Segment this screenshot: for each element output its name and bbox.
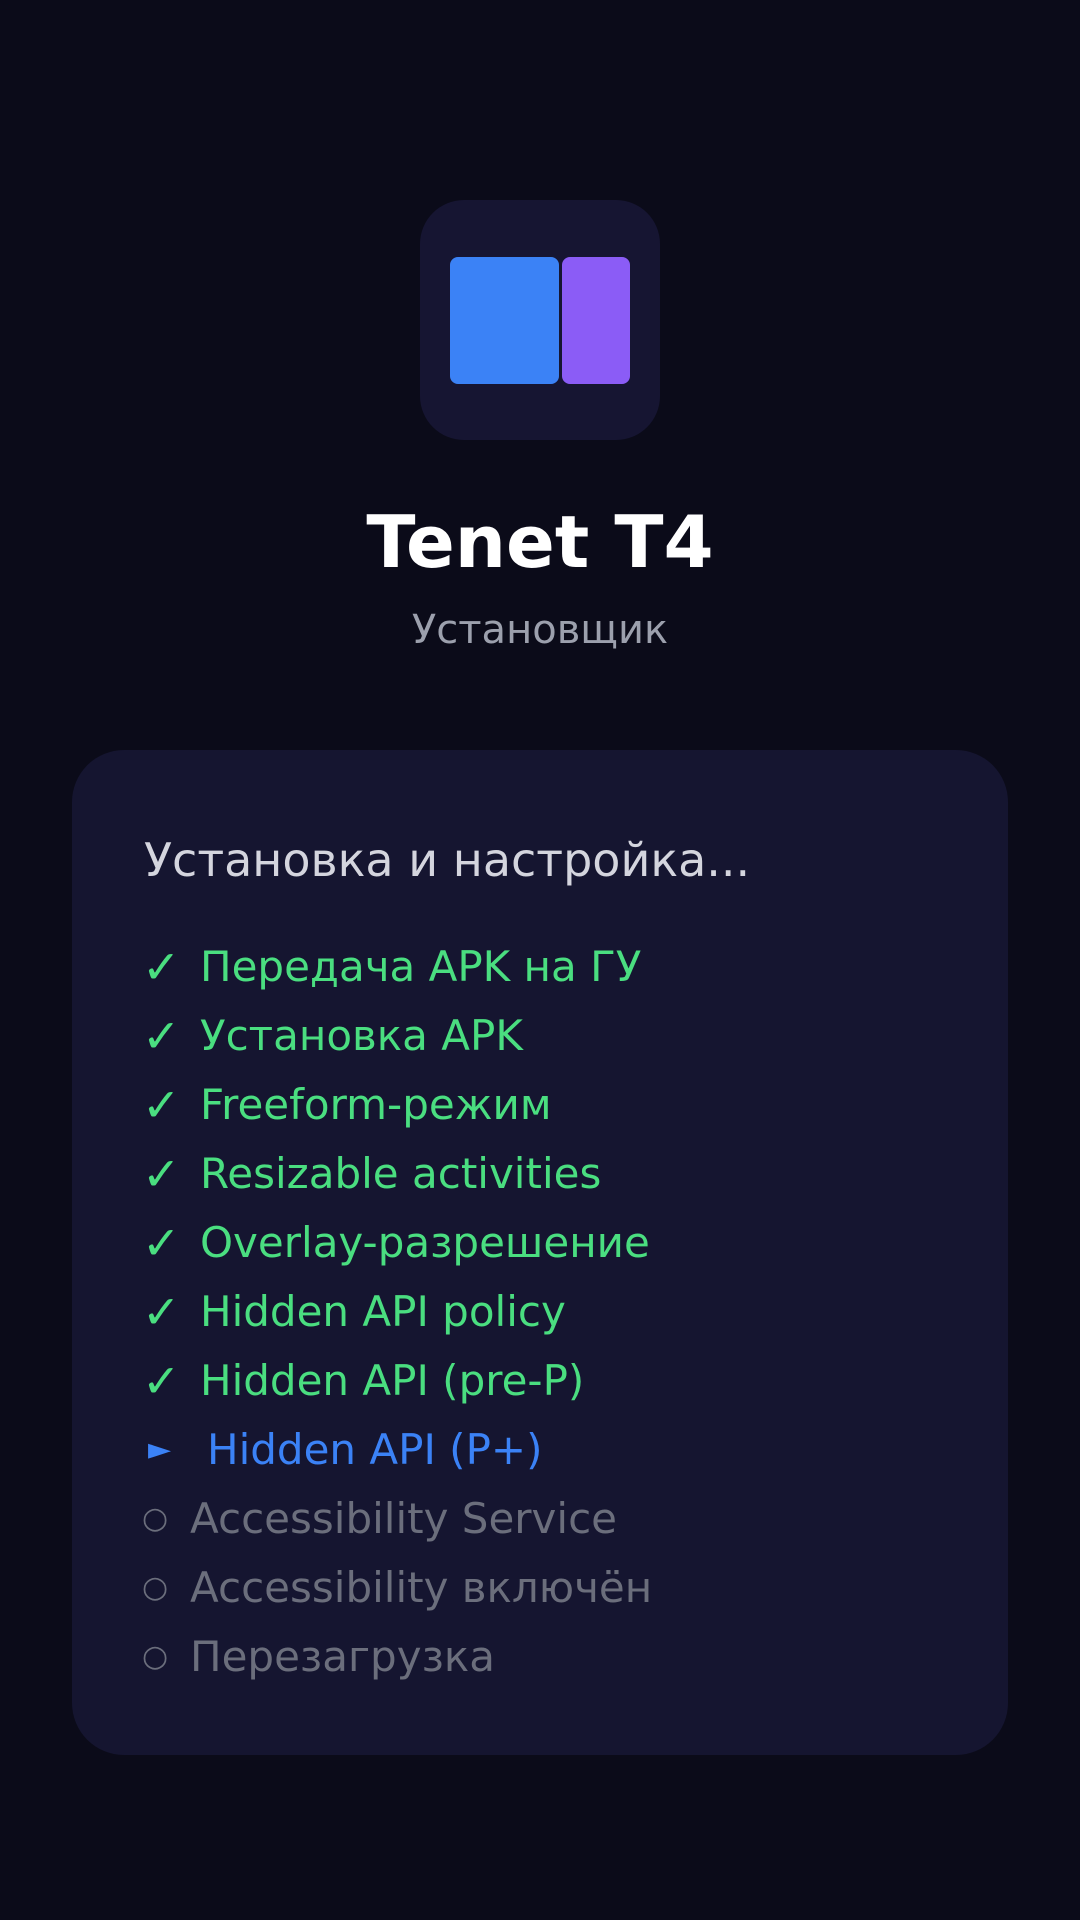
- check-icon: ✓: [142, 1078, 181, 1132]
- app-title: Tenet T4: [366, 500, 714, 584]
- check-icon: ✓: [142, 940, 181, 994]
- step-item: ✓ Resizable activities: [142, 1144, 601, 1204]
- app-logo-icon: [420, 200, 660, 440]
- step-label: Hidden API (P+): [207, 1425, 543, 1474]
- circle-icon: ○: [142, 1639, 169, 1674]
- check-icon: ✓: [142, 1009, 181, 1063]
- check-icon: ✓: [142, 1285, 181, 1339]
- step-item: ✓ Передача APK на ГУ: [142, 937, 641, 997]
- step-item-current: ► Hidden API (P+): [142, 1420, 542, 1480]
- step-item: ○ Accessibility Service: [142, 1489, 617, 1549]
- check-icon: ✓: [142, 1216, 181, 1270]
- step-label: Resizable activities: [200, 1149, 602, 1198]
- install-progress-card: Установка и настройка... ✓ Передача APK …: [72, 750, 1008, 1755]
- app-subtitle: Установщик: [411, 607, 669, 653]
- step-label: Передача APK на ГУ: [200, 942, 642, 991]
- step-item: ✓ Hidden API (pre-P): [142, 1351, 584, 1411]
- check-icon: ✓: [142, 1147, 181, 1201]
- step-list: ✓ Передача APK на ГУ ✓ Установка APK ✓ F…: [72, 750, 1008, 1755]
- step-item: ✓ Hidden API policy: [142, 1282, 566, 1342]
- step-label: Перезагрузка: [190, 1632, 496, 1681]
- circle-icon: ○: [142, 1570, 169, 1605]
- step-label: Hidden API policy: [200, 1287, 566, 1336]
- step-label: Overlay-разрешение: [200, 1218, 650, 1267]
- circle-icon: ○: [142, 1501, 169, 1536]
- step-label: Установка APK: [200, 1011, 523, 1060]
- step-item: ○ Accessibility включён: [142, 1558, 652, 1618]
- step-label: Accessibility включён: [190, 1563, 653, 1612]
- step-item: ✓ Установка APK: [142, 1006, 523, 1066]
- step-item: ✓ Freeform-режим: [142, 1075, 552, 1135]
- step-item: ✓ Overlay-разрешение: [142, 1213, 650, 1273]
- step-item: ○ Перезагрузка: [142, 1627, 495, 1687]
- check-icon: ✓: [142, 1354, 181, 1408]
- play-arrow-icon: ►: [148, 1432, 172, 1467]
- logo-right-pane: [562, 257, 630, 384]
- step-label: Freeform-режим: [200, 1080, 552, 1129]
- step-label: Accessibility Service: [190, 1494, 618, 1543]
- step-label: Hidden API (pre-P): [200, 1356, 585, 1405]
- logo-left-pane: [450, 257, 559, 384]
